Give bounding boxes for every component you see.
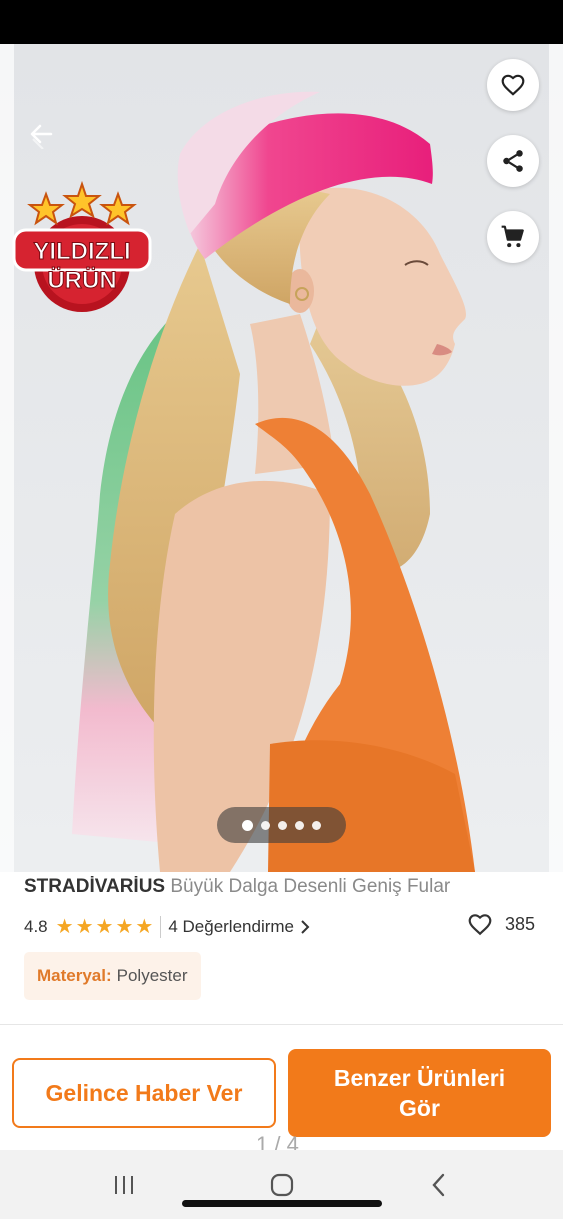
product-title: STRADİVARİUS Büyük Dalga Desenli Geniş F… xyxy=(24,876,554,898)
star-icon: ★ xyxy=(95,916,114,938)
star-icon: ★ xyxy=(55,916,74,938)
pager-dot[interactable] xyxy=(278,820,287,830)
material-value: Polyester xyxy=(116,966,188,985)
badge-line2: ÜRÜN xyxy=(47,267,116,294)
share-icon xyxy=(503,150,523,172)
back-arrow-icon xyxy=(30,124,53,149)
home-indicator xyxy=(182,1200,382,1207)
product-info: STRADİVARİUS Büyük Dalga Desenli Geniş F… xyxy=(0,872,563,1032)
pager-dot[interactable] xyxy=(295,820,304,830)
cart-button[interactable] xyxy=(487,211,539,263)
starred-product-badge: YILDIZLI ÜRÜN xyxy=(12,180,152,314)
badge-line1: YILDIZLI xyxy=(33,238,130,265)
heart-outline-icon xyxy=(468,914,492,936)
product-photo xyxy=(0,44,563,872)
image-pager-dots[interactable] xyxy=(217,807,346,843)
favorite-button[interactable] xyxy=(487,59,539,111)
home-icon[interactable] xyxy=(269,1172,295,1198)
system-back-icon[interactable] xyxy=(430,1172,448,1198)
product-detail-screen: YILDIZLI ÜRÜN STRADİVARİUS Büyük Dalga D… xyxy=(0,0,563,1219)
notify-when-available-button[interactable]: Gelince Haber Ver xyxy=(12,1058,276,1128)
chevron-right-icon xyxy=(301,920,310,934)
status-bar xyxy=(0,0,563,44)
recent-apps-icon[interactable] xyxy=(112,1174,136,1196)
product-image-gallery[interactable]: YILDIZLI ÜRÜN xyxy=(0,44,563,872)
star-icon: ★ xyxy=(75,916,94,938)
badge-emblem: YILDIZLI ÜRÜN xyxy=(12,180,152,312)
material-key: Materyal: xyxy=(37,966,112,985)
pager-dot[interactable] xyxy=(242,819,253,831)
star-icon: ★ xyxy=(115,916,134,938)
system-nav-bar xyxy=(0,1150,563,1219)
see-similar-products-button[interactable]: Benzer Ürünleri Gör xyxy=(288,1049,551,1137)
material-chip: Materyal: Polyester xyxy=(24,952,201,1000)
pager-dot[interactable] xyxy=(261,820,270,830)
reviews-label: 4 Değerlendirme xyxy=(168,917,295,936)
pager-dot[interactable] xyxy=(312,820,321,830)
share-button[interactable] xyxy=(487,135,539,187)
brand-name[interactable]: STRADİVARİUS xyxy=(24,876,165,897)
product-name: Büyük Dalga Desenli Geniş Fular xyxy=(165,876,451,897)
favorite-count: 385 xyxy=(504,913,535,934)
back-button[interactable] xyxy=(18,112,64,158)
rating-value: 4.8 xyxy=(24,917,48,936)
rating-stars: ★ ★ ★ ★ ★ xyxy=(56,917,154,937)
cart-icon xyxy=(501,225,524,248)
section-divider xyxy=(0,1024,563,1025)
star-icon: ★ xyxy=(135,916,154,938)
heart-icon xyxy=(501,74,525,96)
reviews-link[interactable]: 4 Değerlendirme xyxy=(168,917,310,937)
divider xyxy=(160,916,162,938)
favorite-count-area[interactable]: 385 xyxy=(467,912,535,936)
